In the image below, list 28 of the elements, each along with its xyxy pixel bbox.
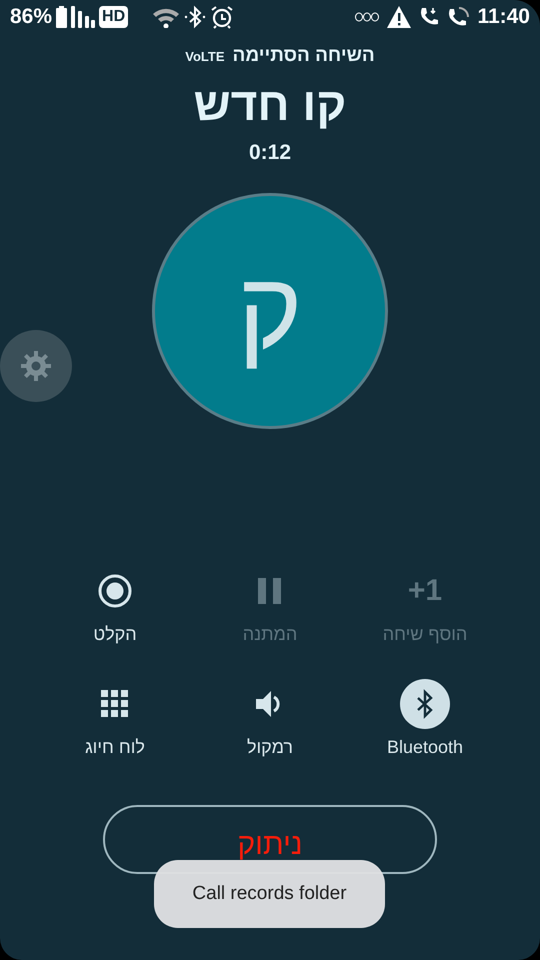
- add-call-label: +1: [408, 573, 442, 610]
- keypad-icon: [101, 690, 129, 718]
- pause-icon: [258, 578, 282, 604]
- ovals-icon: [355, 12, 380, 22]
- avatar: ק: [152, 192, 388, 429]
- warning-icon: [387, 6, 412, 28]
- record-button[interactable]: הקלט: [38, 568, 192, 648]
- toast-message: Call records folder: [154, 860, 385, 928]
- alarm-icon: [210, 5, 234, 29]
- wifi-icon: [152, 6, 180, 28]
- bluetooth-icon: [184, 5, 206, 29]
- network-label: VoLTE: [185, 48, 225, 66]
- bluetooth-button[interactable]: Bluetooth: [348, 682, 502, 761]
- record-icon: [98, 574, 132, 608]
- clock-time: 11:40: [477, 4, 530, 30]
- hd-badge: HD: [99, 6, 128, 28]
- bluetooth-icon: [415, 688, 435, 719]
- speaker-button[interactable]: רמקול: [192, 682, 348, 761]
- battery-icon: [56, 6, 68, 28]
- settings-icon: [18, 348, 54, 384]
- battery-percent: 86%: [10, 4, 52, 30]
- caller-name: קו חדש: [194, 78, 346, 130]
- call-status: השיחה הסתיימה: [232, 44, 375, 68]
- phone-icon: [419, 7, 440, 27]
- keypad-button[interactable]: לוח חיוג: [38, 682, 192, 761]
- signal-icon: [71, 6, 96, 28]
- phone-icon: [447, 6, 470, 28]
- call-duration: 0:12: [248, 140, 292, 166]
